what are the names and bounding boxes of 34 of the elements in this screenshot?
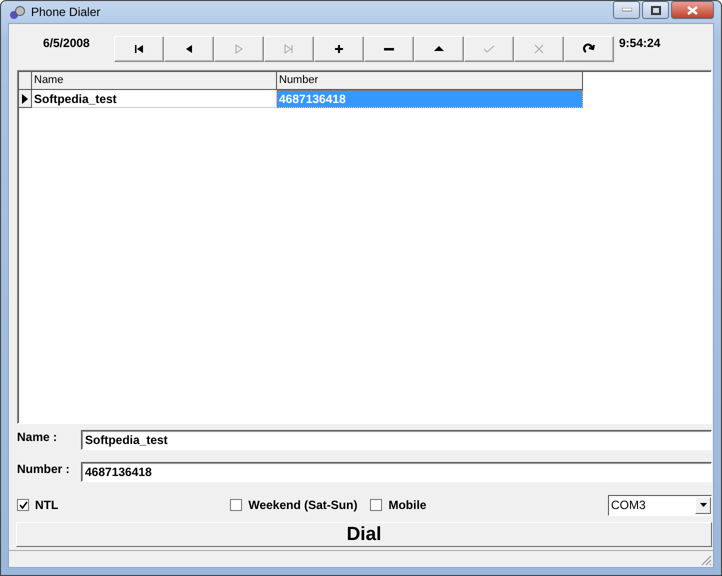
field-label: Name : — [17, 430, 58, 444]
navigator-button[interactable] — [564, 36, 614, 62]
field-label: Number : — [17, 462, 71, 476]
navigator-button[interactable] — [314, 36, 364, 62]
dropdown-arrow-icon — [700, 503, 706, 507]
port-dropdown[interactable]: COM3 — [608, 494, 712, 516]
table-cell[interactable]: Softpedia_test — [32, 90, 277, 108]
checkbox[interactable] — [17, 499, 29, 511]
dial-button[interactable]: Dial — [16, 522, 712, 547]
window-title: Phone Dialer — [31, 5, 100, 19]
close-button[interactable] — [671, 1, 714, 19]
refresh-icon — [583, 43, 595, 55]
checkbox-label: Weekend (Sat-Sun) — [248, 498, 358, 512]
minimize-icon — [622, 8, 632, 12]
minimize-button[interactable] — [613, 1, 640, 19]
navigator-button[interactable] — [114, 36, 164, 62]
close-icon — [687, 6, 698, 14]
checkbox[interactable] — [230, 499, 242, 511]
checkbox-label: Mobile — [388, 498, 426, 512]
check-icon — [18, 500, 28, 510]
app-icon — [9, 4, 25, 20]
resize-grip-icon — [701, 555, 712, 566]
column-header[interactable]: Number — [277, 72, 583, 90]
maximize-button[interactable] — [642, 1, 669, 19]
input-field[interactable]: 4687136418 — [81, 462, 712, 482]
column-header[interactable]: Name — [32, 72, 277, 90]
date-label: 6/5/2008 — [43, 36, 91, 50]
grid-corner-cell — [19, 72, 32, 90]
checkbox-label: NTL — [35, 498, 58, 512]
row-indicator[interactable] — [19, 90, 32, 108]
time-label: 9:54:24 — [619, 36, 660, 50]
maximize-icon — [650, 6, 660, 14]
checkbox[interactable] — [370, 499, 382, 511]
input-field[interactable]: Softpedia_test — [81, 430, 712, 450]
